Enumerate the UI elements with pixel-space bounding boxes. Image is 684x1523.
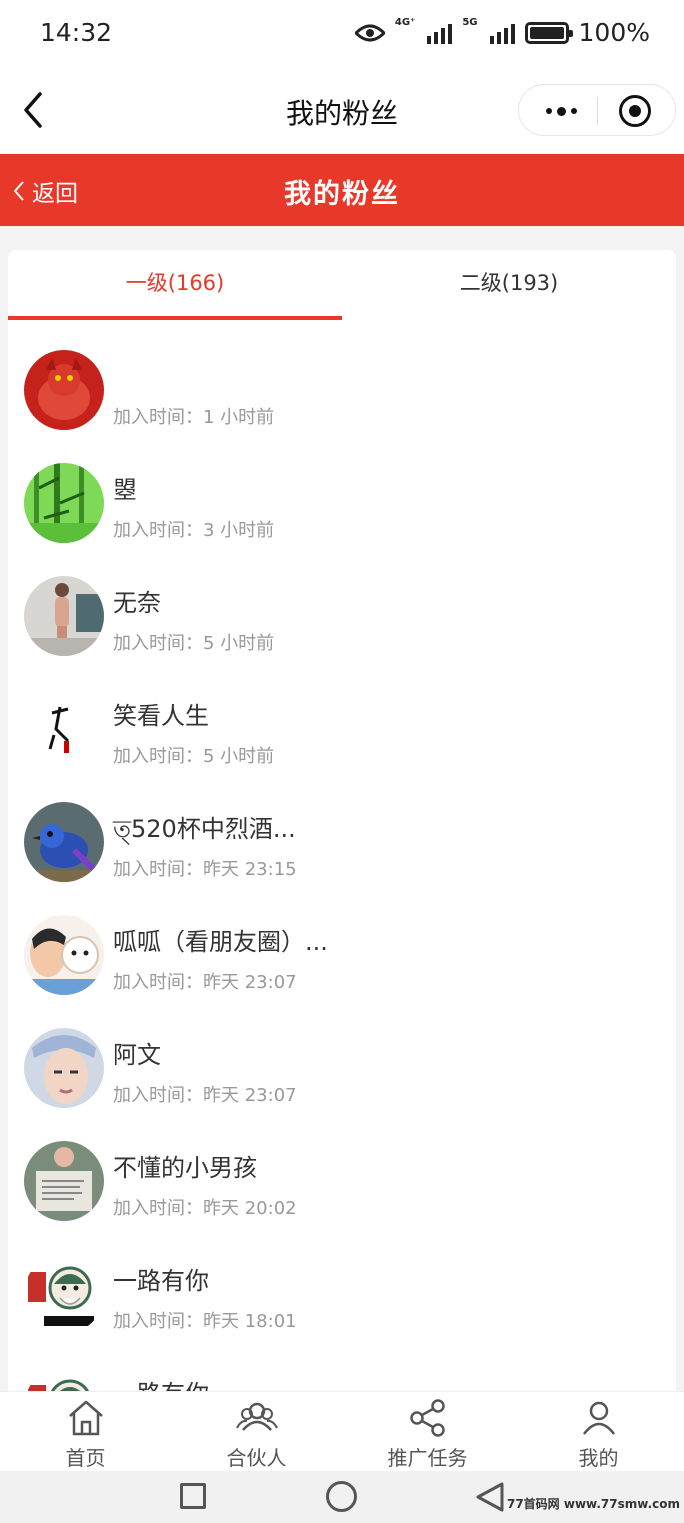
- tabbar-label: 推广任务: [387, 1446, 468, 1470]
- bottom-tab-bar: 首页 合伙人 推广任务 我的: [0, 1391, 684, 1471]
- tabbar-item-mine[interactable]: 我的: [513, 1392, 684, 1471]
- partners-icon: [235, 1402, 278, 1431]
- fan-name: 阿文: [113, 1041, 161, 1069]
- join-time: 加入时间：昨天 23:07: [113, 972, 297, 993]
- fan-name: 不懂的小男孩: [113, 1154, 257, 1182]
- level-tabs: 一级(166) 二级(193): [8, 250, 676, 320]
- join-time: 加入时间：昨天 23:07: [113, 1085, 297, 1106]
- tabbar-item-promotion[interactable]: 推广任务: [342, 1392, 513, 1471]
- home-nav-icon[interactable]: [326, 1481, 357, 1512]
- battery-level: 100%: [578, 18, 650, 47]
- back-nav-icon[interactable]: [474, 1481, 506, 1513]
- fan-name: 曌: [113, 476, 137, 504]
- join-time: 加入时间：5 小时前: [113, 746, 275, 767]
- join-time: 加入时间：3 小时前: [113, 520, 275, 541]
- fan-name: 一路有你: [113, 1267, 209, 1295]
- share-icon: [409, 1399, 445, 1437]
- join-time: 加入时间：昨天 20:02: [113, 1198, 297, 1219]
- miniprogram-nav: 我的粉丝: [0, 70, 684, 154]
- list-item[interactable]: 无奈 加入时间：5 小时前: [8, 566, 676, 679]
- capsule-divider: [597, 97, 598, 125]
- join-time: 加入时间：昨天 18:01: [113, 1311, 297, 1332]
- join-time: 加入时间：1 小时前: [113, 407, 275, 428]
- avatar: [24, 1254, 104, 1334]
- tab-level-two[interactable]: 二级(193): [342, 250, 676, 320]
- tabbar-label: 首页: [65, 1446, 106, 1470]
- eye-icon: [354, 24, 385, 41]
- system-nav-bar: 77首码网 www.77smw.com: [0, 1471, 684, 1523]
- fan-name: 呱呱（看朋友圈）...: [113, 928, 328, 956]
- fans-card: 一级(166) 二级(193) 加入时间：1 小时前 曌 加入时间：3 小时前 …: [8, 250, 676, 1400]
- avatar: [24, 463, 104, 543]
- list-item[interactable]: 阿文 加入时间：昨天 23:07: [8, 1018, 676, 1131]
- tab-level-one[interactable]: 一级(166): [8, 250, 342, 320]
- fan-name: 笑看人生: [113, 702, 209, 730]
- tabbar-label: 合伙人: [226, 1446, 287, 1470]
- signal-icon: [427, 22, 453, 44]
- page-title: 我的粉丝: [284, 179, 400, 210]
- tabbar-label: 我的: [578, 1446, 619, 1470]
- list-item[interactable]: 呱呱（看朋友圈）... 加入时间：昨天 23:07: [8, 905, 676, 1018]
- recent-apps-icon[interactable]: [180, 1483, 206, 1509]
- avatar: [24, 350, 104, 430]
- avatar: [24, 576, 104, 656]
- avatar: [24, 1141, 104, 1221]
- status-icons: 4G⁺ 5G 100%: [354, 17, 650, 47]
- join-time: 加入时间：昨天 23:15: [113, 859, 297, 880]
- status-time: 14:32: [40, 18, 113, 47]
- battery-icon: [524, 21, 573, 44]
- more-options-icon[interactable]: [541, 97, 581, 125]
- fan-list: 加入时间：1 小时前 曌 加入时间：3 小时前 无奈 加入时间：5 小时前 笑看…: [8, 340, 676, 1400]
- fan-name: ত্520杯中烈酒...: [113, 815, 296, 843]
- list-item[interactable]: 不懂的小男孩 加入时间：昨天 20:02: [8, 1131, 676, 1244]
- list-item[interactable]: 加入时间：1 小时前: [8, 340, 676, 453]
- network-4g-label: 4G⁺: [394, 17, 416, 28]
- fan-name: 无奈: [113, 589, 161, 617]
- list-item[interactable]: 一路有你 加入时间：昨天 18:01: [8, 1244, 676, 1357]
- home-icon: [68, 1400, 103, 1436]
- avatar: [24, 689, 104, 769]
- user-icon: [582, 1401, 615, 1435]
- tabbar-item-home[interactable]: 首页: [0, 1392, 171, 1471]
- avatar: [24, 802, 104, 882]
- capsule-menu: [518, 84, 676, 136]
- close-miniprogram-icon[interactable]: [619, 95, 651, 127]
- list-item[interactable]: 曌 加入时间：3 小时前: [8, 453, 676, 566]
- avatar: [24, 1028, 104, 1108]
- tabbar-item-partners[interactable]: 合伙人: [171, 1392, 342, 1471]
- network-5g-label: 5G: [462, 17, 478, 28]
- list-item[interactable]: ত্520杯中烈酒... 加入时间：昨天 23:15: [8, 792, 676, 905]
- list-item[interactable]: 笑看人生 加入时间：5 小时前: [8, 679, 676, 792]
- avatar: [24, 915, 104, 995]
- signal-icon: [489, 22, 515, 44]
- join-time: 加入时间：5 小时前: [113, 633, 275, 654]
- page-header: 返回 我的粉丝: [0, 154, 684, 226]
- watermark: 77首码网 www.77smw.com: [506, 1497, 680, 1511]
- status-bar: 14:32 4G⁺ 5G 100%: [0, 0, 684, 70]
